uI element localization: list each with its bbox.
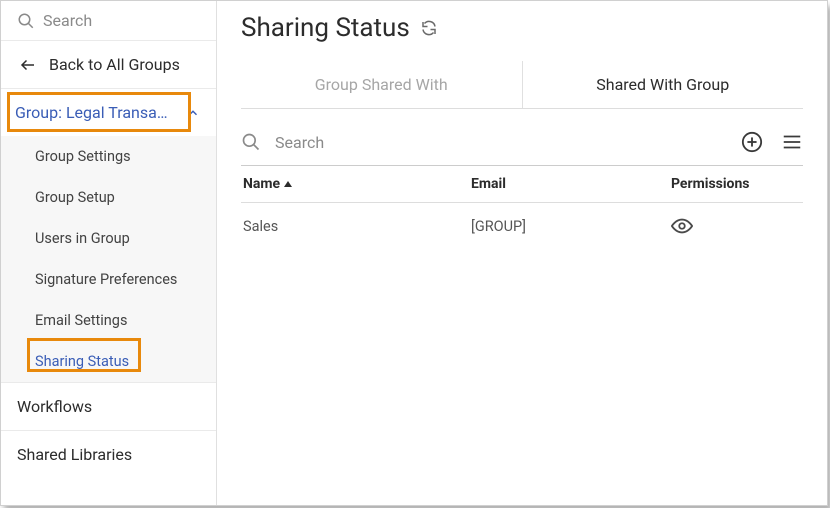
- sidebar-item-sharing-status[interactable]: Sharing Status: [1, 341, 216, 382]
- column-label: Email: [471, 176, 506, 192]
- plus-circle-icon: [741, 131, 763, 153]
- main-search-placeholder: Search: [275, 133, 324, 152]
- page-title-row: Sharing Status: [241, 1, 803, 61]
- group-header[interactable]: Group: Legal Transacti…: [1, 89, 216, 136]
- cell-email: [GROUP]: [471, 218, 671, 235]
- cell-name: Sales: [241, 218, 471, 235]
- chevron-up-icon: [186, 106, 200, 120]
- search-icon: [241, 132, 261, 152]
- share-table: Name Email Permissions Sales [GROUP]: [241, 165, 803, 249]
- tab-label: Shared With Group: [596, 75, 729, 94]
- cell-permissions: [671, 215, 803, 237]
- sidebar-item-label: Sharing Status: [35, 353, 129, 370]
- table-row[interactable]: Sales [GROUP]: [241, 203, 803, 249]
- sidebar-item-label: Signature Preferences: [35, 271, 177, 288]
- app-root: Search Back to All Groups Group: Legal T…: [0, 0, 828, 506]
- group-header-label: Group: Legal Transacti…: [15, 103, 170, 122]
- sidebar-item-label: Group Setup: [35, 189, 115, 206]
- sidebar-item-label: Users in Group: [35, 230, 130, 247]
- toolbar: Search: [241, 109, 803, 165]
- sidebar-item-workflows[interactable]: Workflows: [1, 382, 216, 430]
- sidebar-item-group-setup[interactable]: Group Setup: [1, 177, 216, 218]
- sidebar-item-label: Workflows: [17, 397, 92, 416]
- column-label: Permissions: [671, 176, 749, 192]
- sidebar-item-email-settings[interactable]: Email Settings: [1, 300, 216, 341]
- eye-icon: [671, 215, 693, 237]
- column-header-email[interactable]: Email: [471, 176, 671, 192]
- sidebar-item-group-settings[interactable]: Group Settings: [1, 136, 216, 177]
- refresh-icon[interactable]: [420, 19, 438, 37]
- table-header: Name Email Permissions: [241, 166, 803, 203]
- sidebar-item-label: Group Settings: [35, 148, 131, 165]
- sidebar-search[interactable]: Search: [1, 1, 216, 41]
- tabs: Group Shared With Shared With Group: [241, 61, 803, 109]
- toolbar-actions: [741, 131, 803, 153]
- sidebar-item-label: Shared Libraries: [17, 445, 132, 464]
- back-to-all-groups[interactable]: Back to All Groups: [1, 41, 216, 89]
- column-label: Name: [243, 176, 280, 192]
- hamburger-icon: [781, 131, 803, 153]
- column-header-name[interactable]: Name: [241, 176, 471, 192]
- back-label: Back to All Groups: [49, 55, 180, 74]
- group-subitems: Group Settings Group Setup Users in Grou…: [1, 136, 216, 382]
- main-content: Sharing Status Group Shared With Shared …: [217, 1, 827, 505]
- column-header-permissions[interactable]: Permissions: [671, 176, 803, 192]
- tab-group-shared-with[interactable]: Group Shared With: [241, 61, 523, 108]
- sidebar: Search Back to All Groups Group: Legal T…: [1, 1, 217, 505]
- sort-ascending-icon: [284, 181, 292, 187]
- tab-shared-with-group[interactable]: Shared With Group: [523, 61, 804, 108]
- menu-button[interactable]: [781, 131, 803, 153]
- sidebar-item-label: Email Settings: [35, 312, 127, 329]
- tab-label: Group Shared With: [315, 75, 448, 94]
- sidebar-item-signature-preferences[interactable]: Signature Preferences: [1, 259, 216, 300]
- arrow-left-icon: [19, 56, 37, 74]
- sidebar-item-shared-libraries[interactable]: Shared Libraries: [1, 430, 216, 478]
- add-button[interactable]: [741, 131, 763, 153]
- sidebar-item-users-in-group[interactable]: Users in Group: [1, 218, 216, 259]
- main-search[interactable]: Search: [241, 132, 729, 152]
- sidebar-search-placeholder: Search: [43, 11, 92, 30]
- search-icon: [17, 12, 35, 30]
- page-title: Sharing Status: [241, 13, 410, 43]
